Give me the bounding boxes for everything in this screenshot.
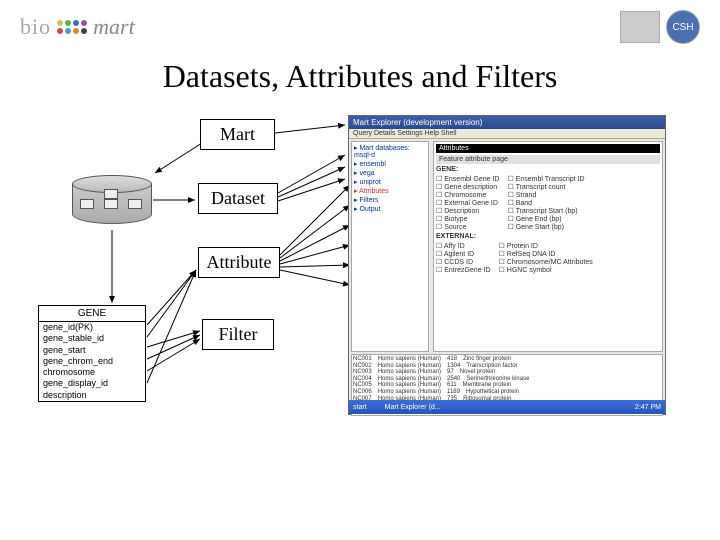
gene-field: description — [39, 390, 145, 401]
tree-node[interactable]: ▸ Output — [354, 205, 426, 213]
logo-mart: mart — [93, 14, 135, 40]
building-icon — [620, 11, 660, 43]
tree-node[interactable]: ▸ vega — [354, 169, 426, 177]
result-row: NC005Homo sapiens (Human)611Membrane pro… — [353, 382, 661, 389]
window-title: Mart Explorer (development version) — [349, 116, 665, 129]
attr-checkbox[interactable]: Chromosome/MC Attributes — [499, 258, 593, 266]
window-menu: Query Details Settings Help Shell — [349, 129, 665, 139]
attr-checkbox[interactable]: Band — [507, 199, 584, 207]
attr-checkbox[interactable]: Ensembl Gene ID — [436, 175, 499, 183]
taskbar-item[interactable]: Mart Explorer (d... — [385, 404, 441, 411]
tree-node[interactable]: ▸ Filters — [354, 196, 426, 204]
attr-checkbox[interactable]: Source — [436, 223, 499, 231]
attr-checkbox[interactable]: Biotype — [436, 215, 499, 223]
logo-dots-icon — [57, 20, 87, 34]
attr-checkbox[interactable]: RefSeq DNA ID — [499, 250, 593, 258]
attr-checkbox[interactable]: Transcript count — [507, 183, 584, 191]
taskbar-item[interactable]: 2:47 PM — [635, 404, 661, 411]
filter-box: Filter — [202, 319, 274, 350]
tree-node[interactable]: ▸ ensembl — [354, 160, 426, 168]
attr-checkbox[interactable]: Gene Start (bp) — [507, 223, 584, 231]
gene-field: gene_stable_id — [39, 333, 145, 344]
result-row: NC006Homo sapiens (Human)1189Hypothetica… — [353, 389, 661, 396]
attr-checkbox[interactable]: HGNC symbol — [499, 266, 593, 274]
gene-table-header: GENE — [39, 306, 145, 322]
attr-checkbox[interactable]: Transcript Start (bp) — [507, 207, 584, 215]
attr-checkbox[interactable]: Description — [436, 207, 499, 215]
gene-field: chromosome — [39, 367, 145, 378]
gene-field: gene_chrom_end — [39, 356, 145, 367]
attr-checkbox[interactable]: CCDS ID — [436, 258, 491, 266]
attr-checkbox[interactable]: External Gene ID — [436, 199, 499, 207]
attribute-box: Attribute — [198, 247, 280, 278]
attr-checkbox[interactable]: Chromosome — [436, 191, 499, 199]
attr-checkbox[interactable]: Gene End (bp) — [507, 215, 584, 223]
section-gene: GENE: — [436, 166, 660, 173]
csh-badge: CSH — [666, 10, 700, 44]
nav-tree: ▸ Mart databases: msql-d▸ ensembl▸ vega▸… — [351, 141, 429, 352]
result-row: NC002Homo sapiens (Human)1304Transcripti… — [353, 363, 661, 370]
gene-field: gene_start — [39, 345, 145, 356]
result-row: NC003Homo sapiens (Human)97Novel protein — [353, 369, 661, 376]
start-button[interactable]: start — [353, 404, 367, 411]
tree-node[interactable]: ▸ uniprot — [354, 178, 426, 186]
attr-checkbox[interactable]: Strand — [507, 191, 584, 199]
logo-bio: bio — [20, 14, 51, 40]
result-row: NC001Homo sapiens (Human)418Zinc finger … — [353, 356, 661, 363]
section-external: EXTERNAL: — [436, 233, 660, 240]
attr-checkbox[interactable]: Gene description — [436, 183, 499, 191]
attr-checkbox[interactable]: Protein ID — [499, 242, 593, 250]
attr-checkbox[interactable]: Agilent ID — [436, 250, 491, 258]
database-cylinder-icon — [72, 175, 152, 225]
diagram-canvas: Mart Dataset Attribute Filter GENE gene_… — [0, 115, 720, 515]
mart-box: Mart — [200, 119, 275, 150]
gene-field: gene_display_id — [39, 378, 145, 389]
dataset-box: Dataset — [198, 183, 278, 214]
attr-checkbox[interactable]: Affy ID — [436, 242, 491, 250]
gene-field: gene_id(PK) — [39, 322, 145, 333]
mart-explorer-screenshot: Mart Explorer (development version) Quer… — [348, 115, 666, 415]
taskbar: start Mart Explorer (d... 2:47 PM — [349, 400, 665, 414]
slide-title: Datasets, Attributes and Filters — [0, 48, 720, 115]
tree-node[interactable]: ▸ Attributes — [354, 187, 426, 195]
attr-subheader: Feature attribute page — [436, 155, 660, 164]
attr-checkbox[interactable]: Ensembl Transcript ID — [507, 175, 584, 183]
result-row: NC004Homo sapiens (Human)2540Serine/thre… — [353, 376, 661, 383]
header: bio mart CSH — [0, 0, 720, 48]
tree-node[interactable]: ▸ Mart databases: msql-d — [354, 144, 426, 159]
attr-checkbox[interactable]: EntrezGene ID — [436, 266, 491, 274]
attributes-panel: Attributes Feature attribute page GENE: … — [433, 141, 663, 352]
attributes-header: Attributes — [436, 144, 660, 153]
biomart-logo: bio mart — [20, 14, 135, 40]
gene-table: GENE gene_id(PK)gene_stable_idgene_start… — [38, 305, 146, 402]
header-badges: CSH — [620, 10, 700, 44]
